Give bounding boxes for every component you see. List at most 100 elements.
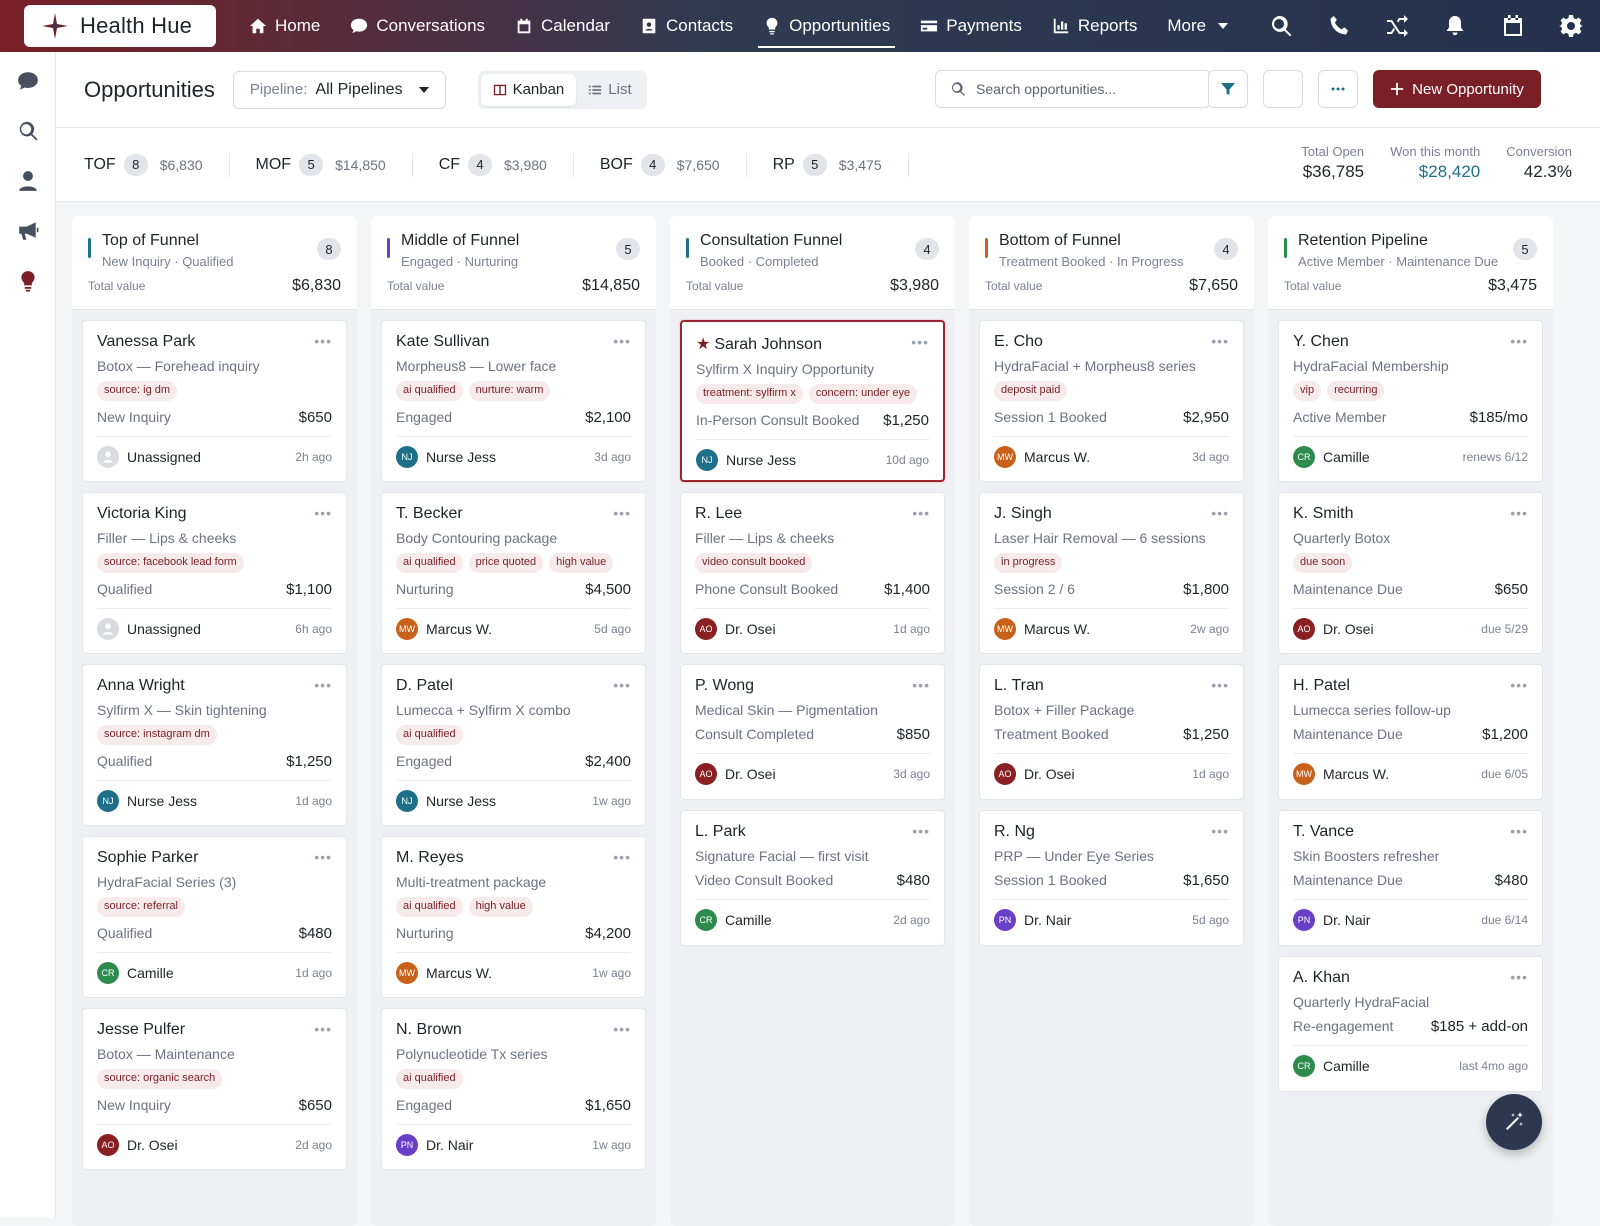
kanban-view-button[interactable]: Kanban bbox=[480, 73, 577, 106]
column-header[interactable]: Middle of Funnel Engaged · Nurturing 5 Tota… bbox=[371, 216, 656, 310]
opportunity-card[interactable]: H. Patel ••• Lumecca series follow-up Maint… bbox=[1278, 664, 1543, 800]
card-menu-button[interactable]: ••• bbox=[912, 677, 930, 693]
opportunity-card[interactable]: K. Smith ••• Quarterly Botox due soon Mainte… bbox=[1278, 492, 1543, 654]
nav-calendar[interactable]: Calendar bbox=[500, 0, 625, 52]
opportunity-card[interactable]: Victoria King ••• Filler — Lips & cheeks so… bbox=[82, 492, 347, 654]
card-menu-button[interactable]: ••• bbox=[1211, 333, 1229, 349]
shuffle-button[interactable] bbox=[1368, 0, 1426, 52]
opportunity-card[interactable]: J. Singh ••• Laser Hair Removal — 6 sessio… bbox=[979, 492, 1244, 654]
search-input[interactable] bbox=[976, 81, 1196, 97]
card-menu-button[interactable]: ••• bbox=[1211, 677, 1229, 693]
card-menu-button[interactable]: ••• bbox=[911, 334, 929, 350]
list-view-button[interactable]: List bbox=[576, 74, 643, 106]
summary-stage-rp[interactable]: RP 5 $3,475 bbox=[747, 152, 909, 177]
sidebar-contacts-button[interactable] bbox=[0, 156, 56, 206]
nav-more[interactable]: More bbox=[1152, 0, 1243, 52]
opportunity-card[interactable]: M. Reyes ••• Multi-treatment package ai qua… bbox=[381, 836, 646, 998]
nav-payments[interactable]: Payments bbox=[905, 0, 1037, 52]
opportunity-card[interactable]: Jesse Pulfer ••• Botox — Maintenance source… bbox=[82, 1008, 347, 1170]
card-menu-button[interactable]: ••• bbox=[613, 677, 631, 693]
card-owner[interactable]: Marcus W. bbox=[1323, 766, 1389, 782]
nav-conversations[interactable]: Conversations bbox=[335, 0, 500, 52]
sidebar-marketing-button[interactable] bbox=[0, 206, 56, 256]
pipeline-select[interactable]: Pipeline: All Pipelines bbox=[232, 70, 446, 109]
card-owner[interactable]: Dr. Nair bbox=[1323, 912, 1370, 928]
card-owner[interactable]: Nurse Jess bbox=[426, 449, 496, 465]
card-menu-button[interactable]: ••• bbox=[1510, 505, 1528, 521]
opportunity-card[interactable]: Anna Wright ••• Sylfirm X — Skin tightenin… bbox=[82, 664, 347, 826]
filter-button[interactable] bbox=[1208, 70, 1248, 108]
card-menu-button[interactable]: ••• bbox=[1211, 823, 1229, 839]
card-owner[interactable]: Nurse Jess bbox=[726, 452, 796, 468]
card-menu-button[interactable]: ••• bbox=[314, 333, 332, 349]
settings-button[interactable] bbox=[1542, 0, 1600, 52]
card-menu-button[interactable]: ••• bbox=[912, 823, 930, 839]
opportunity-card[interactable]: L. Tran ••• Botox + Filler Package Treatmen… bbox=[979, 664, 1244, 800]
card-menu-button[interactable]: ••• bbox=[1211, 505, 1229, 521]
summary-stage-tof[interactable]: TOF 8 $6,830 bbox=[56, 152, 230, 177]
card-owner[interactable]: Nurse Jess bbox=[426, 793, 496, 809]
app-logo[interactable]: Health Hue bbox=[24, 5, 216, 47]
opportunity-card[interactable]: N. Brown ••• Polynucleotide Tx series ai qu… bbox=[381, 1008, 646, 1170]
card-menu-button[interactable]: ••• bbox=[314, 505, 332, 521]
card-owner[interactable]: Dr. Osei bbox=[1323, 621, 1374, 637]
nav-reports[interactable]: Reports bbox=[1037, 0, 1153, 52]
card-owner[interactable]: Marcus W. bbox=[1024, 621, 1090, 637]
card-owner[interactable]: Dr. Osei bbox=[127, 1137, 178, 1153]
card-menu-button[interactable]: ••• bbox=[1510, 823, 1528, 839]
card-owner[interactable]: Dr. Nair bbox=[1024, 912, 1071, 928]
opportunity-card[interactable]: ★ Sarah Johnson ••• Sylfirm X Inquiry Oppor… bbox=[680, 320, 945, 482]
opportunity-card[interactable]: R. Lee ••• Filler — Lips & cheeks video con… bbox=[680, 492, 945, 654]
summary-stage-cf[interactable]: CF 4 $3,980 bbox=[413, 152, 574, 177]
card-menu-button[interactable]: ••• bbox=[314, 677, 332, 693]
nav-opportunities[interactable]: Opportunities bbox=[748, 0, 905, 52]
opportunity-card[interactable]: L. Park ••• Signature Facial — first visit… bbox=[680, 810, 945, 946]
opportunity-card[interactable]: R. Ng ••• PRP — Under Eye Series Session 1 … bbox=[979, 810, 1244, 946]
global-search-button[interactable] bbox=[1252, 0, 1310, 52]
card-menu-button[interactable]: ••• bbox=[1510, 333, 1528, 349]
card-menu-button[interactable]: ••• bbox=[613, 849, 631, 865]
opportunity-card[interactable]: Kate Sullivan ••• Morpheus8 — Lower face ai… bbox=[381, 320, 646, 482]
card-menu-button[interactable]: ••• bbox=[613, 333, 631, 349]
phone-button[interactable] bbox=[1310, 0, 1368, 52]
sidebar-search-button[interactable] bbox=[0, 106, 56, 156]
opportunity-card[interactable]: A. Khan ••• Quarterly HydraFacial Re-engage… bbox=[1278, 956, 1543, 1092]
column-header[interactable]: Bottom of Funnel Treatment Booked · In Pr… bbox=[969, 216, 1254, 310]
card-menu-button[interactable]: ••• bbox=[1510, 969, 1528, 985]
opportunity-card[interactable]: Y. Chen ••• HydraFacial Membership vip recur… bbox=[1278, 320, 1543, 482]
card-menu-button[interactable]: ••• bbox=[613, 505, 631, 521]
column-header[interactable]: Retention Pipeline Active Member · Mainte… bbox=[1268, 216, 1553, 310]
card-owner[interactable]: Nurse Jess bbox=[127, 793, 197, 809]
new-opportunity-button[interactable]: New Opportunity bbox=[1373, 70, 1541, 108]
card-owner[interactable]: Camille bbox=[725, 912, 772, 928]
blank-toolbar-button[interactable] bbox=[1263, 70, 1303, 108]
opportunity-card[interactable]: T. Vance ••• Skin Boosters refresher Mainte… bbox=[1278, 810, 1543, 946]
card-owner[interactable]: Camille bbox=[1323, 1058, 1370, 1074]
card-owner[interactable]: Dr. Osei bbox=[1024, 766, 1075, 782]
opportunity-card[interactable]: E. Cho ••• HydraFacial + Morpheus8 series d… bbox=[979, 320, 1244, 482]
sidebar-chat-button[interactable] bbox=[0, 56, 56, 106]
opportunity-card[interactable]: Sophie Parker ••• HydraFacial Series (3) so… bbox=[82, 836, 347, 998]
column-header[interactable]: Consultation Funnel Booked · Completed 4 To… bbox=[670, 216, 955, 310]
column-header[interactable]: Top of Funnel New Inquiry · Qualified 8 Tot… bbox=[72, 216, 357, 310]
nav-home[interactable]: Home bbox=[234, 0, 335, 52]
card-owner[interactable]: Marcus W. bbox=[1024, 449, 1090, 465]
card-owner[interactable]: Unassigned bbox=[127, 449, 201, 465]
card-owner[interactable]: Marcus W. bbox=[426, 965, 492, 981]
card-menu-button[interactable]: ••• bbox=[314, 849, 332, 865]
card-menu-button[interactable]: ••• bbox=[912, 505, 930, 521]
opportunity-card[interactable]: D. Patel ••• Lumecca + Sylfirm X combo ai q… bbox=[381, 664, 646, 826]
card-menu-button[interactable]: ••• bbox=[314, 1021, 332, 1037]
card-owner[interactable]: Dr. Nair bbox=[426, 1137, 473, 1153]
card-menu-button[interactable]: ••• bbox=[613, 1021, 631, 1037]
opportunity-card[interactable]: Vanessa Park ••• Botox — Forehead inquiry s… bbox=[82, 320, 347, 482]
nav-contacts[interactable]: Contacts bbox=[625, 0, 748, 52]
ai-assist-button[interactable] bbox=[1486, 1094, 1542, 1150]
card-owner[interactable]: Unassigned bbox=[127, 621, 201, 637]
card-owner[interactable]: Dr. Osei bbox=[725, 621, 776, 637]
card-owner[interactable]: Camille bbox=[1323, 449, 1370, 465]
notifications-button[interactable] bbox=[1426, 0, 1484, 52]
calendar-button[interactable] bbox=[1484, 0, 1542, 52]
opportunity-card[interactable]: P. Wong ••• Medical Skin — Pigmentation Con… bbox=[680, 664, 945, 800]
summary-stage-mof[interactable]: MOF 5 $14,850 bbox=[230, 152, 413, 177]
